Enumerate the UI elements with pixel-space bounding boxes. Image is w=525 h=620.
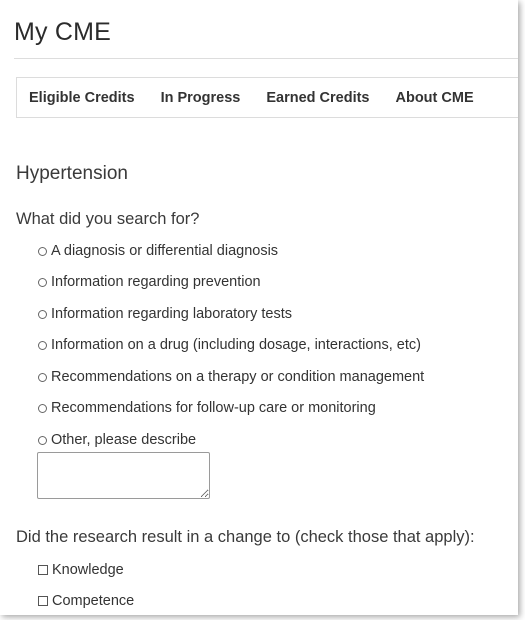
radio-option-prevention[interactable]: Information regarding prevention bbox=[38, 274, 261, 290]
checkbox[interactable] bbox=[38, 565, 48, 575]
radio-button[interactable] bbox=[38, 309, 47, 319]
cme-panel: My CME Eligible Credits In Progress Earn… bbox=[0, 0, 518, 615]
radio-label: Information on a drug (including dosage,… bbox=[51, 337, 421, 353]
topic-title: Hypertension bbox=[16, 163, 128, 184]
checkbox-option-competence[interactable]: Competence bbox=[38, 593, 134, 609]
change-question: Did the research result in a change to (… bbox=[16, 528, 475, 546]
radio-option-laboratory-tests[interactable]: Information regarding laboratory tests bbox=[38, 306, 292, 322]
title-divider bbox=[14, 58, 518, 59]
checkbox-label: Knowledge bbox=[52, 562, 124, 578]
radio-option-other[interactable]: Other, please describe bbox=[38, 432, 196, 448]
radio-label: Information regarding laboratory tests bbox=[51, 306, 292, 322]
radio-button[interactable] bbox=[38, 403, 47, 413]
checkbox[interactable] bbox=[38, 596, 48, 606]
radio-button[interactable] bbox=[38, 435, 47, 445]
radio-button[interactable] bbox=[38, 277, 47, 287]
checkbox-option-knowledge[interactable]: Knowledge bbox=[38, 562, 124, 578]
tab-about-cme[interactable]: About CME bbox=[396, 90, 474, 106]
tab-in-progress[interactable]: In Progress bbox=[161, 90, 241, 106]
radio-label: Other, please describe bbox=[51, 432, 197, 448]
tab-earned-credits[interactable]: Earned Credits bbox=[266, 90, 369, 106]
tab-eligible-credits[interactable]: Eligible Credits bbox=[29, 90, 135, 106]
radio-button[interactable] bbox=[38, 372, 47, 382]
checkbox-label: Competence bbox=[52, 593, 135, 609]
radio-button[interactable] bbox=[38, 246, 47, 256]
page-title: My CME bbox=[14, 18, 112, 46]
tab-bar: Eligible Credits In Progress Earned Cred… bbox=[16, 77, 518, 118]
radio-label: A diagnosis or differential diagnosis bbox=[51, 243, 279, 259]
radio-button[interactable] bbox=[38, 340, 47, 350]
radio-label: Information regarding prevention bbox=[51, 274, 261, 290]
radio-option-therapy[interactable]: Recommendations on a therapy or conditio… bbox=[38, 369, 424, 385]
radio-label: Recommendations on a therapy or conditio… bbox=[51, 369, 425, 385]
radio-option-follow-up[interactable]: Recommendations for follow-up care or mo… bbox=[38, 400, 376, 416]
radio-label: Recommendations for follow-up care or mo… bbox=[51, 400, 376, 416]
radio-option-diagnosis[interactable]: A diagnosis or differential diagnosis bbox=[38, 243, 278, 259]
radio-option-drug-information[interactable]: Information on a drug (including dosage,… bbox=[38, 337, 421, 353]
search-question: What did you search for? bbox=[16, 210, 200, 228]
other-description-textarea[interactable] bbox=[37, 452, 210, 499]
